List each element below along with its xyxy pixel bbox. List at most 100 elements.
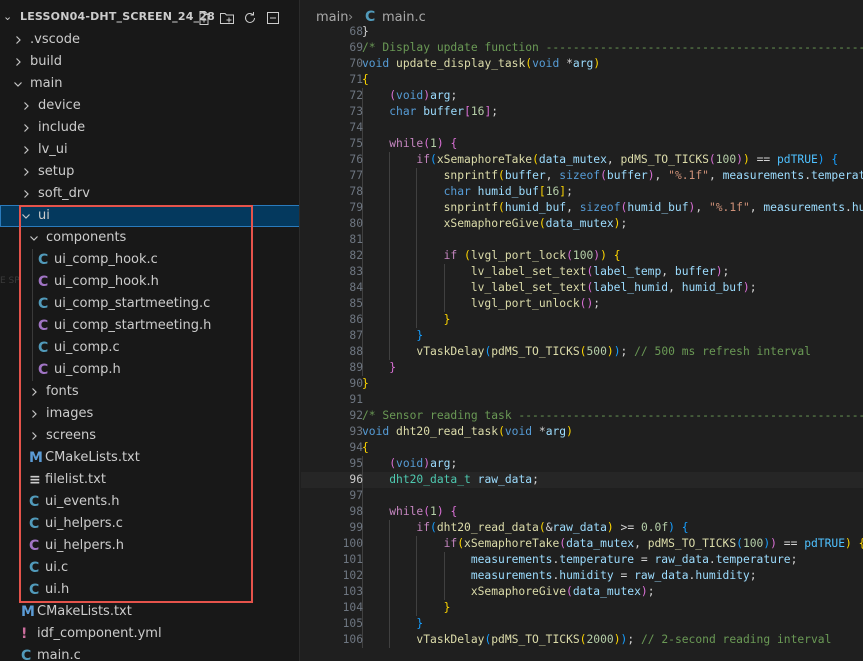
code-line[interactable]: 81 [301,232,863,248]
tree-file[interactable]: Cui_comp.h [0,359,299,381]
line-number: 90 [349,377,363,390]
line-number: 101 [342,553,363,566]
breadcrumb-file[interactable]: main.c [382,10,426,25]
code-line[interactable]: 77 snprintf(buffer, sizeof(buffer), "%.1… [301,168,863,184]
tree-file[interactable]: Cui_helpers.c [0,513,299,535]
chevron-down-icon[interactable]: ⌄ [3,10,12,23]
tree-file[interactable]: M CMakeLists.txt [0,601,299,623]
tree-folder[interactable]: ui [0,205,299,227]
code-line[interactable]: 74 [301,120,863,136]
code-text: } [389,361,397,374]
code-line[interactable]: 89 } [301,360,863,376]
code-line[interactable]: 69/* Display update function -----------… [301,40,863,56]
breadcrumb-folder[interactable]: main [316,10,348,25]
tree-folder[interactable]: lv_ui [0,139,299,161]
line-number: 95 [349,457,363,470]
code-line[interactable]: 103 xSemaphoreGive(data_mutex); [301,584,863,600]
tree-file[interactable]: Cui_comp_startmeeting.c [0,293,299,315]
code-line[interactable]: 72 (void)arg; [301,88,863,104]
code-line[interactable]: 83 lv_label_set_text(label_temp, buffer)… [301,264,863,280]
explorer-header[interactable]: ⌄ LESSON04-DHT_SCREEN_24_28 [0,6,299,30]
chevron-right-icon[interactable] [20,188,32,200]
tree-folder[interactable]: soft_drv [0,183,299,205]
code-line[interactable]: 84 lv_label_set_text(label_humid, humid_… [301,280,863,296]
tree-folder[interactable]: setup [0,161,299,183]
code-line[interactable]: 82 if (lvgl_port_lock(100)) { [301,248,863,264]
tree-folder[interactable]: include [0,117,299,139]
line-number: 88 [349,345,363,358]
code-line[interactable]: 95 (void)arg; [301,456,863,472]
code-line[interactable]: 94{ [301,440,863,456]
chevron-down-icon[interactable] [28,232,40,244]
project-title[interactable]: LESSON04-DHT_SCREEN_24_28 [20,10,215,23]
chevron-right-icon[interactable] [20,144,32,156]
chevron-right-icon[interactable] [28,386,40,398]
tree-file[interactable]: M CMakeLists.txt [0,447,299,469]
tree-file[interactable]: Cui_comp_hook.h [0,271,299,293]
code-line[interactable]: 75 while(1) { [301,136,863,152]
code-line[interactable]: 90} [301,376,863,392]
code-line[interactable]: 93 void dht20_read_task(void *arg) [301,424,863,440]
chevron-right-icon[interactable] [20,122,32,134]
code-line[interactable]: 101 measurements.temperature = raw_data.… [301,552,863,568]
chevron-right-icon[interactable] [20,100,32,112]
code-line[interactable]: 98 while(1) { [301,504,863,520]
code-line[interactable]: 92/* Sensor reading task ---------------… [301,408,863,424]
code-line[interactable]: 87 } [301,328,863,344]
refresh-icon[interactable] [242,10,258,26]
chevron-down-icon[interactable] [12,78,24,90]
tree-folder[interactable]: .vscode [0,29,299,51]
tree-file[interactable]: Cui_events.h [0,491,299,513]
tree-file[interactable]: Cui_comp_startmeeting.h [0,315,299,337]
code-line[interactable]: 102 measurements.humidity = raw_data.hum… [301,568,863,584]
collapse-all-icon[interactable] [265,10,281,26]
tree-file[interactable]: Cui_helpers.h [0,535,299,557]
code-line[interactable]: 68} [301,24,863,40]
code-line[interactable]: 88 vTaskDelay(pdMS_TO_TICKS(500)); // 50… [301,344,863,360]
new-folder-icon[interactable] [219,10,235,26]
code-line[interactable]: 80 xSemaphoreGive(data_mutex); [301,216,863,232]
tree-file[interactable]: Cui.h [0,579,299,601]
chevron-right-icon[interactable] [20,166,32,178]
tree-file[interactable]: Cui_comp.c [0,337,299,359]
new-file-icon[interactable] [196,10,212,26]
code-line[interactable]: 105 } [301,616,863,632]
tree-file[interactable]: Cui_comp_hook.c [0,249,299,271]
tree-item-label: CMakeLists.txt [45,450,140,465]
tree-folder[interactable]: components [0,227,299,249]
tree-file[interactable]: ≡ filelist.txt [0,469,299,491]
tree-folder[interactable]: main [0,73,299,95]
tree-folder[interactable]: images [0,403,299,425]
breadcrumb-separator: › [348,10,354,25]
tree-file[interactable]: ! idf_component.yml [0,623,299,645]
code-line[interactable]: 78 char humid_buf[16]; [301,184,863,200]
code-text: measurements.humidity = raw_data.humidit… [470,569,757,582]
chevron-right-icon[interactable] [28,408,40,420]
chevron-right-icon[interactable] [28,430,40,442]
code-line[interactable]: 99 if(dht20_read_data(&raw_data) >= 0.0f… [301,520,863,536]
chevron-down-icon[interactable] [20,210,32,222]
tree-file[interactable]: Cmain.c [0,645,299,661]
code-line[interactable]: 76 if(xSemaphoreTake(data_mutex, pdMS_TO… [301,152,863,168]
code-line[interactable]: 104 } [301,600,863,616]
tree-folder[interactable]: device [0,95,299,117]
code-line[interactable]: 71{ [301,72,863,88]
code-line[interactable]: 73 char buffer[16]; [301,104,863,120]
code-lines[interactable]: 68} 69/* Display update function --------… [301,24,863,648]
code-line[interactable]: 85 lvgl_port_unlock(); [301,296,863,312]
chevron-right-icon[interactable] [12,34,24,46]
code-line[interactable]: 91 [301,392,863,408]
code-line[interactable]: 106 vTaskDelay(pdMS_TO_TICKS(2000)); // … [301,632,863,648]
chevron-right-icon[interactable] [12,56,24,68]
line-number: 70 [349,57,363,70]
code-line[interactable]: 100 if(xSemaphoreTake(data_mutex, pdMS_T… [301,536,863,552]
code-line[interactable]: 96 dht20_data_t raw_data; [301,472,863,488]
code-line[interactable]: 97 [301,488,863,504]
tree-folder[interactable]: build [0,51,299,73]
code-line[interactable]: 79 snprintf(humid_buf, sizeof(humid_buf)… [301,200,863,216]
tree-folder[interactable]: screens [0,425,299,447]
tree-folder[interactable]: fonts [0,381,299,403]
tree-file[interactable]: Cui.c [0,557,299,579]
code-line[interactable]: 86 } [301,312,863,328]
code-line[interactable]: 70 void update_display_task(void *arg) [301,56,863,72]
